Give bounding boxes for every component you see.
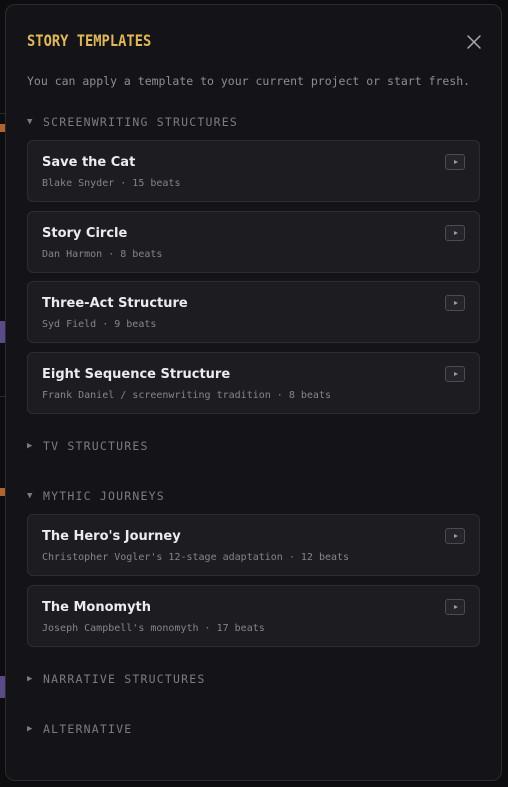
section-label: TV STRUCTURES — [43, 439, 149, 453]
section-header-tv[interactable]: ▶ TV STRUCTURES — [27, 439, 149, 453]
play-icon — [453, 301, 458, 305]
play-icon — [453, 372, 458, 376]
apply-template-button[interactable] — [445, 225, 465, 241]
dialog-title: STORY TEMPLATES — [27, 31, 152, 50]
template-meta: Blake Snyder · 15 beats — [42, 178, 181, 189]
apply-template-button[interactable] — [445, 366, 465, 382]
section-header-screenwriting[interactable]: ▼ SCREENWRITING STRUCTURES — [27, 115, 238, 129]
template-card-story-circle[interactable]: Story Circle Dan Harmon · 8 beats — [27, 211, 480, 273]
template-title: Eight Sequence Structure — [42, 367, 231, 382]
template-title: The Monomyth — [42, 600, 152, 615]
dialog-subtitle: You can apply a template to your current… — [27, 74, 471, 88]
section-label: SCREENWRITING STRUCTURES — [43, 115, 238, 129]
section-header-narrative[interactable]: ▶ NARRATIVE STRUCTURES — [27, 672, 205, 686]
template-card-eight-sequence-structure[interactable]: Eight Sequence Structure Frank Daniel / … — [27, 352, 480, 414]
template-title: Story Circle — [42, 226, 128, 241]
close-button[interactable] — [465, 33, 483, 51]
template-meta: Frank Daniel / screenwriting tradition ·… — [42, 390, 331, 401]
play-icon — [453, 160, 458, 164]
template-title: Three-Act Structure — [42, 296, 188, 311]
story-templates-dialog: STORY TEMPLATES You can apply a template… — [5, 4, 502, 781]
play-icon — [453, 231, 458, 235]
caret-right-icon: ▶ — [27, 441, 34, 451]
apply-template-button[interactable] — [445, 599, 465, 615]
caret-right-icon: ▶ — [27, 674, 34, 684]
template-meta: Dan Harmon · 8 beats — [42, 249, 163, 260]
close-icon — [467, 35, 481, 49]
template-meta: Syd Field · 9 beats — [42, 319, 157, 330]
caret-right-icon: ▶ — [27, 724, 34, 734]
template-meta: Joseph Campbell's monomyth · 17 beats — [42, 623, 265, 634]
caret-down-icon: ▼ — [27, 117, 34, 127]
section-label: ALTERNATIVE — [43, 722, 133, 736]
template-card-monomyth[interactable]: The Monomyth Joseph Campbell's monomyth … — [27, 585, 480, 647]
apply-template-button[interactable] — [445, 528, 465, 544]
section-label: MYTHIC JOURNEYS — [43, 489, 165, 503]
apply-template-button[interactable] — [445, 154, 465, 170]
template-card-three-act-structure[interactable]: Three-Act Structure Syd Field · 9 beats — [27, 281, 480, 343]
play-icon — [453, 605, 458, 609]
caret-down-icon: ▼ — [27, 491, 34, 501]
section-label: NARRATIVE STRUCTURES — [43, 672, 206, 686]
apply-template-button[interactable] — [445, 295, 465, 311]
section-header-mythic[interactable]: ▼ MYTHIC JOURNEYS — [27, 489, 165, 503]
template-title: The Hero's Journey — [42, 529, 181, 544]
play-icon — [453, 534, 458, 538]
template-card-heros-journey[interactable]: The Hero's Journey Christopher Vogler's … — [27, 514, 480, 576]
section-header-alternative[interactable]: ▶ ALTERNATIVE — [27, 722, 132, 736]
template-title: Save the Cat — [42, 155, 136, 170]
template-card-save-the-cat[interactable]: Save the Cat Blake Snyder · 15 beats — [27, 140, 480, 202]
template-meta: Christopher Vogler's 12-stage adaptation… — [42, 552, 350, 563]
